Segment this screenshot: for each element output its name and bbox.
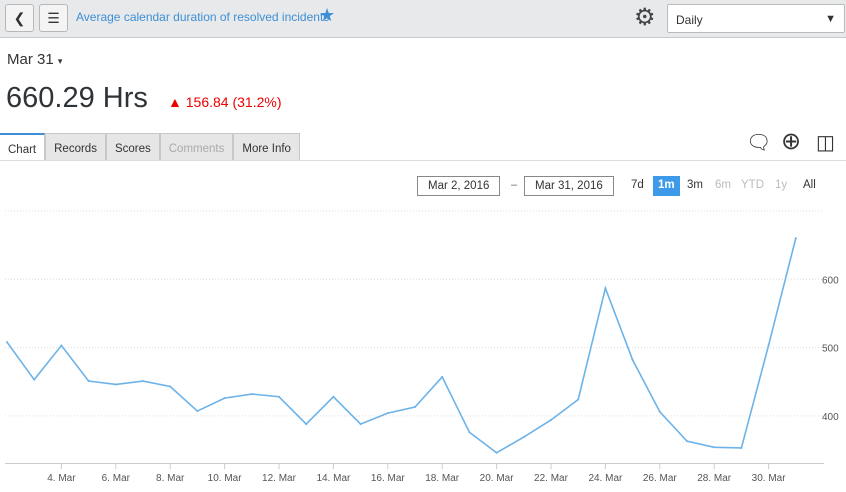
crosshair-icon[interactable]: ⊕: [781, 127, 801, 156]
date-selector[interactable]: Mar 31 ▾: [7, 51, 62, 68]
range-ytd: YTD: [741, 179, 764, 191]
tab-scores[interactable]: Scores: [105, 133, 160, 161]
data-point: [305, 423, 308, 426]
data-point: [767, 344, 770, 347]
data-point: [794, 237, 797, 240]
score-value: 660.29 Hrs: [6, 82, 148, 114]
comment-icon[interactable]: 🗨: [746, 130, 771, 155]
x-tick-label: 30. Mar: [752, 473, 787, 484]
y-tick-label: 400: [822, 412, 839, 423]
x-tick-label: 8. Mar: [156, 473, 185, 484]
delta-text: 156.84 (31.2%): [185, 94, 282, 110]
range-1y: 1y: [775, 179, 788, 191]
data-point: [604, 287, 607, 290]
x-tick-label: 24. Mar: [588, 473, 623, 484]
x-tick-label: 4. Mar: [47, 473, 76, 484]
data-point: [550, 418, 552, 421]
data-point: [169, 385, 172, 388]
top-bar: ❮ ☰ Average calendar duration of resolve…: [0, 0, 846, 38]
tab-comments: Comments: [159, 133, 234, 161]
range-6m: 6m: [715, 179, 731, 191]
back-button[interactable]: ❮: [5, 4, 34, 32]
hamburger-icon: ☰: [47, 9, 60, 26]
x-tick-label: 22. Mar: [534, 473, 569, 484]
data-point: [577, 398, 580, 401]
data-point: [359, 423, 362, 426]
caret-down-icon: ▾: [57, 56, 63, 66]
range-separator: –: [511, 179, 518, 191]
data-point: [278, 395, 280, 398]
frequency-value: Daily: [676, 13, 703, 27]
data-point: [114, 383, 117, 386]
range-3m[interactable]: 3m: [682, 176, 708, 196]
date-to-input[interactable]: Mar 31, 2016: [524, 176, 614, 196]
data-point: [441, 375, 444, 378]
data-point: [223, 397, 226, 400]
x-tick-label: 12. Mar: [262, 473, 297, 484]
x-tick-label: 14. Mar: [316, 473, 351, 484]
y-tick-label: 500: [822, 344, 839, 355]
x-tick-label: 6. Mar: [102, 473, 131, 484]
data-point: [196, 410, 199, 413]
tab-bar: Chart Records Scores Comments More Info: [0, 133, 300, 161]
x-tick-label: 18. Mar: [425, 473, 460, 484]
data-point: [658, 410, 661, 413]
data-point: [740, 446, 743, 449]
y-tick-label: 600: [822, 275, 839, 286]
data-point: [713, 446, 716, 449]
data-point: [60, 344, 63, 347]
x-tick-label: 26. Mar: [643, 473, 678, 484]
range-all[interactable]: All: [798, 176, 821, 196]
data-point: [631, 358, 634, 361]
frequency-select[interactable]: Daily ▼: [667, 4, 845, 33]
chevron-left-icon: ❮: [13, 9, 26, 26]
line-chart[interactable]: 400 500 600 4. Mar 6. Mar 8. Mar 10. Mar 12. Ma…: [0, 200, 846, 492]
x-tick-label: 28. Mar: [697, 473, 732, 484]
data-point: [142, 380, 144, 383]
score-delta: ▲ 156.84 (31.2%): [168, 94, 281, 110]
data-point: [495, 451, 498, 454]
data-point: [33, 378, 36, 381]
date-label: Mar 31: [7, 51, 54, 68]
data-point: [87, 380, 90, 383]
x-tick-label: 16. Mar: [371, 473, 406, 484]
caret-down-icon: ▼: [825, 13, 836, 25]
x-tick-label: 20. Mar: [480, 473, 515, 484]
date-from-input[interactable]: Mar 2, 2016: [417, 176, 501, 196]
star-icon[interactable]: ★: [319, 5, 335, 26]
range-1m[interactable]: 1m: [653, 176, 680, 196]
range-7d[interactable]: 7d: [626, 176, 649, 196]
data-point: [686, 440, 688, 443]
tab-chart[interactable]: Chart: [0, 133, 46, 161]
x-tick-label: 10. Mar: [208, 473, 243, 484]
data-point: [6, 341, 8, 344]
menu-button[interactable]: ☰: [39, 4, 68, 32]
gear-icon[interactable]: ⚙: [634, 3, 656, 32]
data-point: [468, 431, 471, 434]
divider: [0, 160, 846, 161]
layout-icon[interactable]: ◫: [816, 130, 835, 155]
data-point: [522, 436, 525, 439]
triangle-up-icon: ▲: [168, 94, 182, 110]
page-title: Average calendar duration of resolved in…: [76, 10, 330, 24]
data-point: [386, 412, 389, 415]
tab-records[interactable]: Records: [45, 133, 106, 161]
tab-more-info[interactable]: More Info: [233, 133, 300, 161]
data-point: [414, 406, 416, 408]
data-point: [332, 395, 335, 398]
data-line: [6, 237, 797, 454]
data-point: [250, 393, 253, 396]
